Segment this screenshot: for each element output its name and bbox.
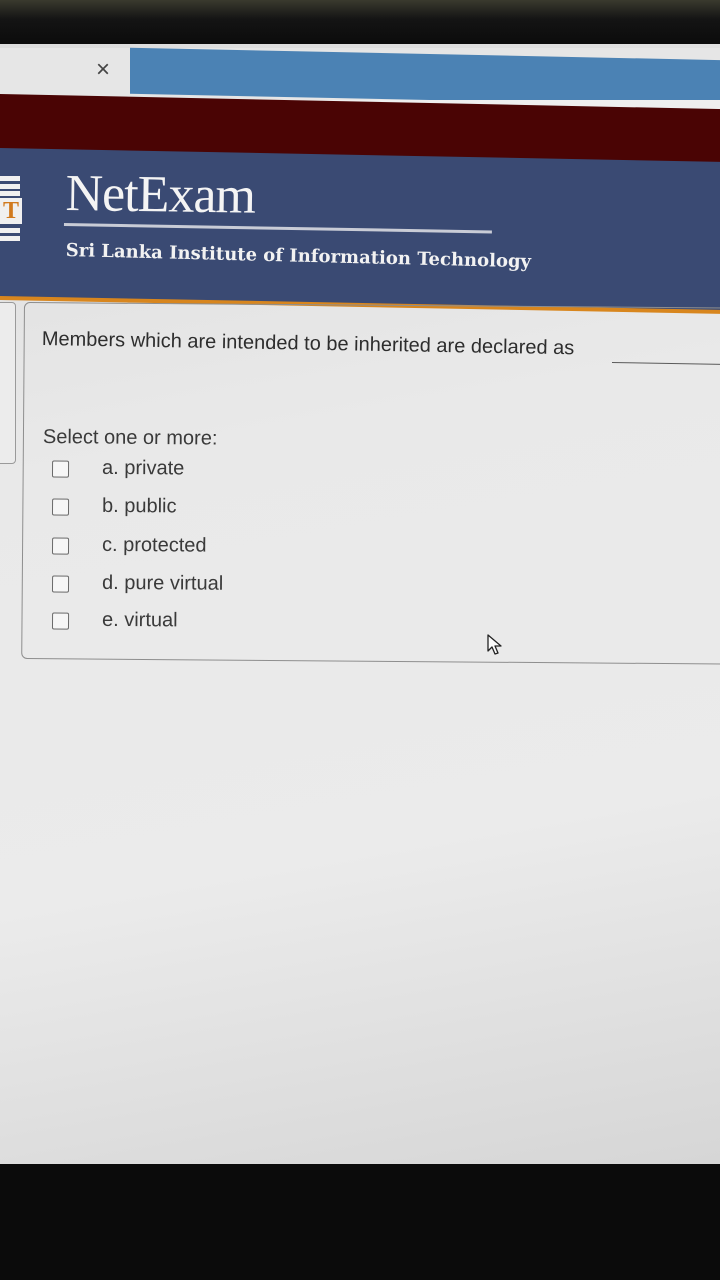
logo-block [0, 236, 20, 241]
checkbox[interactable] [51, 537, 70, 555]
logo-block [0, 184, 20, 189]
mouse-cursor-icon [487, 634, 502, 655]
option-b[interactable]: b. public [51, 494, 472, 528]
app-title: NetExam [65, 164, 256, 225]
logo-icon: T [0, 176, 24, 250]
tab-strip: × [0, 47, 720, 107]
checkbox[interactable] [51, 612, 70, 630]
option-label: d. pure virtual [101, 571, 224, 595]
checkbox[interactable] [51, 460, 70, 478]
logo-block [0, 228, 20, 233]
navigation-panel-edge [0, 302, 16, 464]
option-c[interactable]: c. protected [51, 533, 472, 567]
monitor-bezel-bottom [0, 1164, 720, 1280]
option-label: b. public [101, 494, 177, 518]
logo-block [0, 191, 20, 196]
option-d[interactable]: d. pure virtual [51, 571, 472, 605]
close-icon[interactable]: × [96, 58, 110, 82]
option-a[interactable]: a. private [51, 456, 472, 490]
option-label: a. private [101, 456, 185, 480]
option-label: c. protected [101, 533, 207, 557]
option-e[interactable]: e. virtual [51, 608, 472, 642]
checkbox[interactable] [51, 498, 70, 516]
logo-letter: T [0, 198, 22, 224]
checkbox[interactable] [51, 575, 70, 593]
select-prompt: Select one or more: [42, 426, 218, 450]
monitor-bezel-top [0, 0, 720, 48]
active-tab[interactable] [130, 47, 720, 107]
logo-block [0, 176, 20, 181]
option-label: e. virtual [101, 608, 178, 632]
